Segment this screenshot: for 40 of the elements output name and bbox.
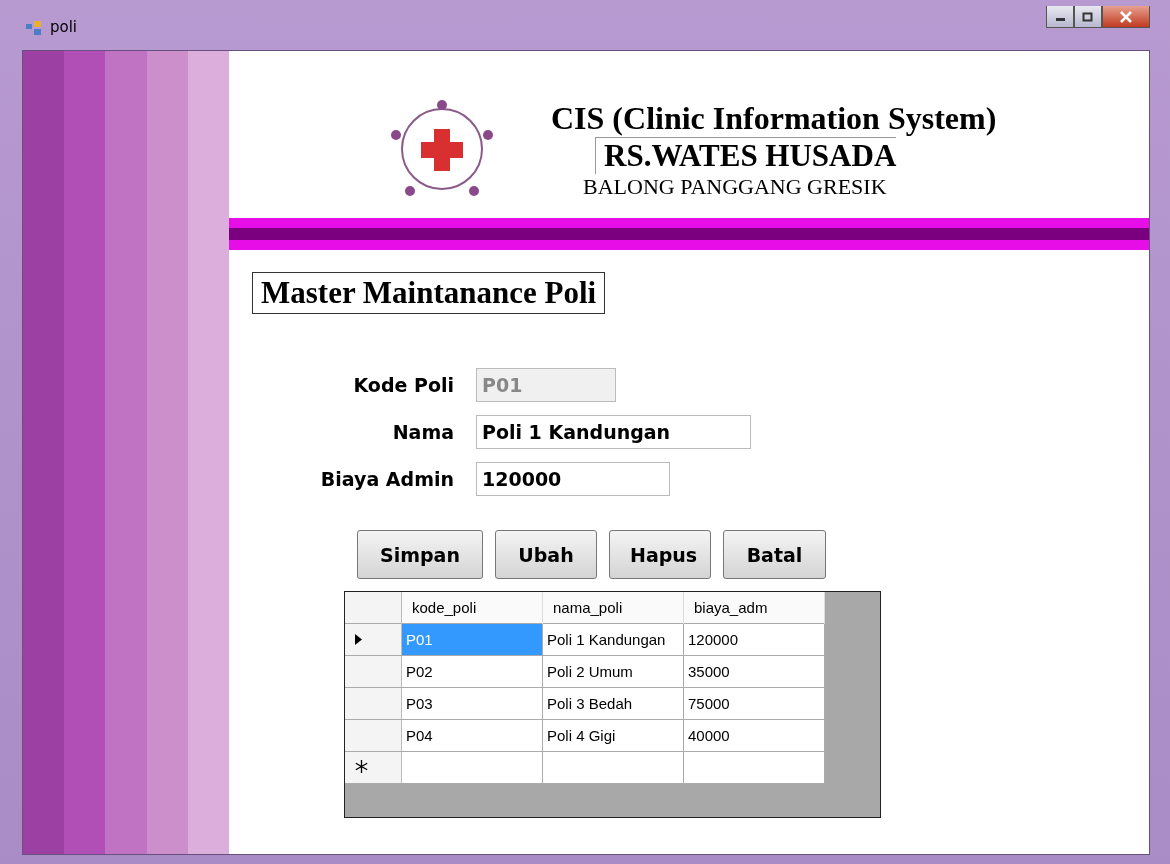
- form-button[interactable]: Hapus: [609, 530, 711, 579]
- app-icon: [26, 21, 42, 35]
- table-cell: Poli 3 Bedah: [542, 687, 684, 720]
- current-row-icon: [355, 634, 362, 645]
- asterisk-icon: [355, 760, 368, 773]
- minimize-button[interactable]: [1046, 6, 1074, 28]
- row-header[interactable]: [345, 751, 402, 784]
- column-header[interactable]: kode_poli: [401, 592, 543, 624]
- table-cell: Poli 4 Gigi: [542, 719, 684, 752]
- form-button[interactable]: Batal: [723, 530, 826, 579]
- field-label: Nama: [391, 421, 455, 443]
- close-icon: [1119, 10, 1133, 23]
- table-cell: P04: [401, 719, 543, 752]
- maximize-icon: [1082, 11, 1094, 22]
- maximize-button[interactable]: [1074, 6, 1102, 28]
- close-button[interactable]: [1102, 6, 1150, 28]
- table-cell: 40000: [683, 719, 825, 752]
- hospital-name: RS.WATES HUSADA: [595, 137, 897, 174]
- input-field[interactable]: 120000: [476, 462, 670, 496]
- app-title: CIS (Clinic Information System): [551, 100, 997, 137]
- row-header[interactable]: [345, 623, 402, 656]
- table-cell: 35000: [683, 655, 825, 688]
- table-cell: Poli 1 Kandungan: [542, 623, 684, 656]
- table-cell: P02: [401, 655, 543, 688]
- hospital-address: BALONG PANGGANG GRESIK: [583, 174, 888, 200]
- form-title: Master Maintanance Poli: [252, 272, 606, 314]
- column-header[interactable]: biaya_adm: [683, 592, 825, 624]
- minimize-icon: [1055, 18, 1065, 21]
- window-title: poli: [50, 18, 78, 36]
- input-field[interactable]: Poli 1 Kandungan: [476, 415, 751, 449]
- field-label: Kode Poli: [352, 374, 455, 396]
- form-button[interactable]: Ubah: [495, 530, 597, 579]
- column-header[interactable]: nama_poli: [542, 592, 684, 624]
- table-cell: P03: [401, 687, 543, 720]
- table-cell: 120000: [683, 623, 825, 656]
- table-cell: 75000: [683, 687, 825, 720]
- table-cell: P01: [401, 623, 543, 656]
- table-cell: Poli 2 Umum: [542, 655, 684, 688]
- form-button[interactable]: Simpan: [357, 530, 483, 579]
- field-label: Biaya Admin: [319, 468, 455, 490]
